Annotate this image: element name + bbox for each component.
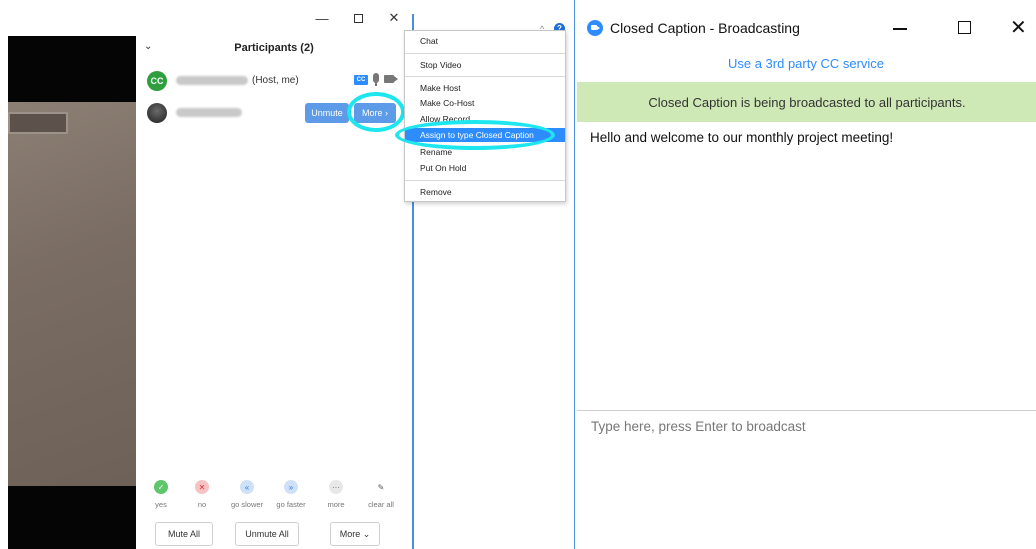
participant-name-redacted bbox=[176, 76, 248, 85]
participant-video[interactable] bbox=[8, 102, 136, 486]
avatar: CC bbox=[147, 71, 167, 91]
reaction-no[interactable]: ✕ no bbox=[180, 480, 224, 509]
participants-header: ⌄ Participants (2) bbox=[136, 38, 412, 60]
ellipsis-icon: ··· bbox=[329, 480, 343, 494]
reaction-label: go slower bbox=[230, 500, 264, 509]
maximize-icon bbox=[353, 13, 363, 23]
participants-footer: Mute All Unmute All More ⌄ bbox=[136, 522, 412, 548]
rewind-icon: « bbox=[240, 480, 254, 494]
mute-all-button[interactable]: Mute All bbox=[155, 522, 213, 546]
participant-row[interactable]: CC (Host, me) CC bbox=[136, 68, 412, 94]
participants-panel: — ✕ ⌄ Participants (2) CC (Host, me) CC … bbox=[136, 0, 412, 549]
participants-title: Participants (2) bbox=[234, 42, 314, 54]
reaction-go-slower[interactable]: « go slower bbox=[225, 480, 269, 509]
cc-maximize-button[interactable] bbox=[958, 21, 971, 34]
video-strip bbox=[0, 0, 136, 549]
participant-name-redacted bbox=[176, 108, 242, 117]
reaction-label: more bbox=[327, 500, 345, 509]
menu-item-put-on-hold[interactable]: Put On Hold bbox=[405, 161, 565, 175]
close-button[interactable]: ✕ bbox=[376, 8, 412, 28]
maximize-button[interactable] bbox=[340, 8, 376, 28]
more-button-highlight-circle bbox=[347, 92, 405, 132]
menu-item-make-host[interactable]: Make Host bbox=[405, 81, 565, 95]
reaction-more[interactable]: ··· more bbox=[314, 480, 358, 509]
menu-item-remove[interactable]: Remove bbox=[405, 185, 565, 199]
cc-icon: CC bbox=[354, 75, 368, 85]
reaction-label: no bbox=[197, 500, 207, 509]
host-label: (Host, me) bbox=[252, 75, 299, 86]
reaction-clear-all[interactable]: ✎ clear all bbox=[359, 480, 403, 510]
menu-item-chat[interactable]: Chat bbox=[405, 34, 565, 48]
reaction-label: clear all bbox=[368, 500, 394, 509]
microphone-icon[interactable] bbox=[373, 73, 379, 86]
reaction-yes[interactable]: ✓ yes bbox=[139, 480, 183, 509]
cc-title-bar[interactable]: Closed Caption - Broadcasting ✕ bbox=[575, 0, 1036, 44]
reaction-label: yes bbox=[155, 500, 167, 509]
reaction-label: go faster bbox=[276, 500, 306, 509]
eraser-icon: ✎ bbox=[377, 482, 385, 492]
zoom-logo-icon bbox=[587, 20, 603, 36]
cc-window-title: Closed Caption - Broadcasting bbox=[610, 20, 800, 36]
cc-close-button[interactable]: ✕ bbox=[1010, 15, 1027, 40]
cc-minimize-button[interactable] bbox=[893, 28, 907, 30]
minimize-button[interactable]: — bbox=[304, 8, 340, 28]
menu-separator bbox=[405, 76, 565, 77]
video-letterbox-bottom bbox=[8, 486, 136, 549]
caption-transcript: Hello and welcome to our monthly project… bbox=[590, 130, 894, 145]
camera-icon[interactable] bbox=[384, 75, 398, 83]
nonverbal-feedback-bar: ✓ yes ✕ no « go slower » go faster ··· m… bbox=[136, 480, 412, 514]
caption-input[interactable] bbox=[577, 411, 1036, 549]
more-options-button[interactable]: More ⌄ bbox=[330, 522, 380, 546]
participants-window-controls: — ✕ bbox=[304, 8, 412, 28]
third-party-cc-link[interactable]: Use a 3rd party CC service bbox=[575, 56, 1036, 71]
unmute-button[interactable]: Unmute bbox=[305, 103, 349, 123]
unmute-all-button[interactable]: Unmute All bbox=[235, 522, 299, 546]
menu-separator bbox=[405, 53, 565, 54]
closed-caption-window: Closed Caption - Broadcasting ✕ Use a 3r… bbox=[574, 0, 1036, 549]
checkmark-icon: ✓ bbox=[154, 480, 168, 494]
x-mark-icon: ✕ bbox=[195, 480, 209, 494]
reaction-go-faster[interactable]: » go faster bbox=[269, 480, 313, 509]
fast-forward-icon: » bbox=[284, 480, 298, 494]
avatar bbox=[147, 103, 167, 123]
menu-item-make-co-host[interactable]: Make Co-Host bbox=[405, 96, 565, 110]
video-letterbox-top bbox=[8, 36, 136, 102]
participant-context-menu: Chat Stop Video Make Host Make Co-Host A… bbox=[404, 30, 566, 202]
assign-caption-highlight-circle bbox=[395, 120, 555, 150]
menu-separator bbox=[405, 180, 565, 181]
broadcast-status-banner: Closed Caption is being broadcasted to a… bbox=[577, 82, 1036, 122]
menu-item-stop-video[interactable]: Stop Video bbox=[405, 58, 565, 72]
wall-picture bbox=[8, 112, 68, 134]
